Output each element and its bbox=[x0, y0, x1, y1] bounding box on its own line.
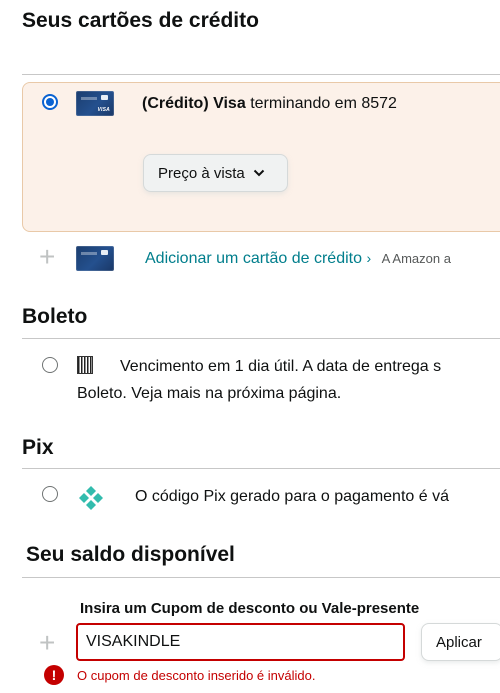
section-divider bbox=[22, 338, 500, 339]
coupon-error-message: O cupom de desconto inserido é inválido. bbox=[77, 668, 316, 683]
pix-description: O código Pix gerado para o pagamento é v… bbox=[135, 488, 449, 505]
barcode-icon bbox=[77, 356, 93, 374]
plus-icon: + bbox=[39, 627, 56, 658]
card-description: (Crédito) Visa terminando em 8572 bbox=[142, 95, 397, 113]
boleto-description-line1: Vencimento em 1 dia útil. A data de entr… bbox=[120, 358, 442, 375]
visa-logo-text: VISA bbox=[97, 107, 110, 113]
card-ending-text: terminando em 8572 bbox=[250, 95, 397, 112]
boleto-heading: Boleto bbox=[22, 305, 88, 328]
pix-heading: Pix bbox=[22, 436, 54, 459]
boleto-description-line2: Boleto. Veja mais na próxima página. bbox=[77, 385, 342, 402]
visa-card-icon: VISA bbox=[76, 91, 114, 116]
card-placeholder-icon bbox=[76, 246, 114, 271]
link-chevron-icon[interactable]: › bbox=[366, 250, 371, 266]
payment-option-label: Preço à vista bbox=[158, 164, 245, 182]
card-type-label: (Crédito) Visa bbox=[142, 95, 246, 112]
add-card-note: A Amazon a bbox=[381, 251, 451, 266]
error-icon: ! bbox=[44, 665, 64, 685]
add-card-link[interactable]: Adicionar um cartão de crédito bbox=[145, 250, 362, 267]
section-divider bbox=[22, 468, 500, 469]
card-radio[interactable] bbox=[42, 94, 58, 110]
credit-cards-heading: Seus cartões de crédito bbox=[22, 9, 259, 32]
coupon-input[interactable] bbox=[76, 623, 405, 661]
section-divider bbox=[22, 74, 500, 75]
boleto-radio[interactable] bbox=[42, 357, 58, 373]
section-divider bbox=[22, 577, 500, 578]
apply-coupon-button[interactable]: Aplicar bbox=[421, 623, 500, 661]
add-card-row: Adicionar um cartão de crédito › A Amazo… bbox=[145, 250, 451, 268]
chevron-down-icon bbox=[253, 169, 264, 177]
payment-option-dropdown[interactable]: Preço à vista bbox=[143, 154, 288, 192]
pix-radio[interactable] bbox=[42, 486, 58, 502]
balance-heading: Seu saldo disponível bbox=[26, 543, 235, 566]
coupon-label: Insira um Cupom de desconto ou Vale-pres… bbox=[80, 600, 420, 617]
pix-icon bbox=[79, 486, 103, 510]
plus-icon[interactable]: + bbox=[39, 243, 55, 271]
